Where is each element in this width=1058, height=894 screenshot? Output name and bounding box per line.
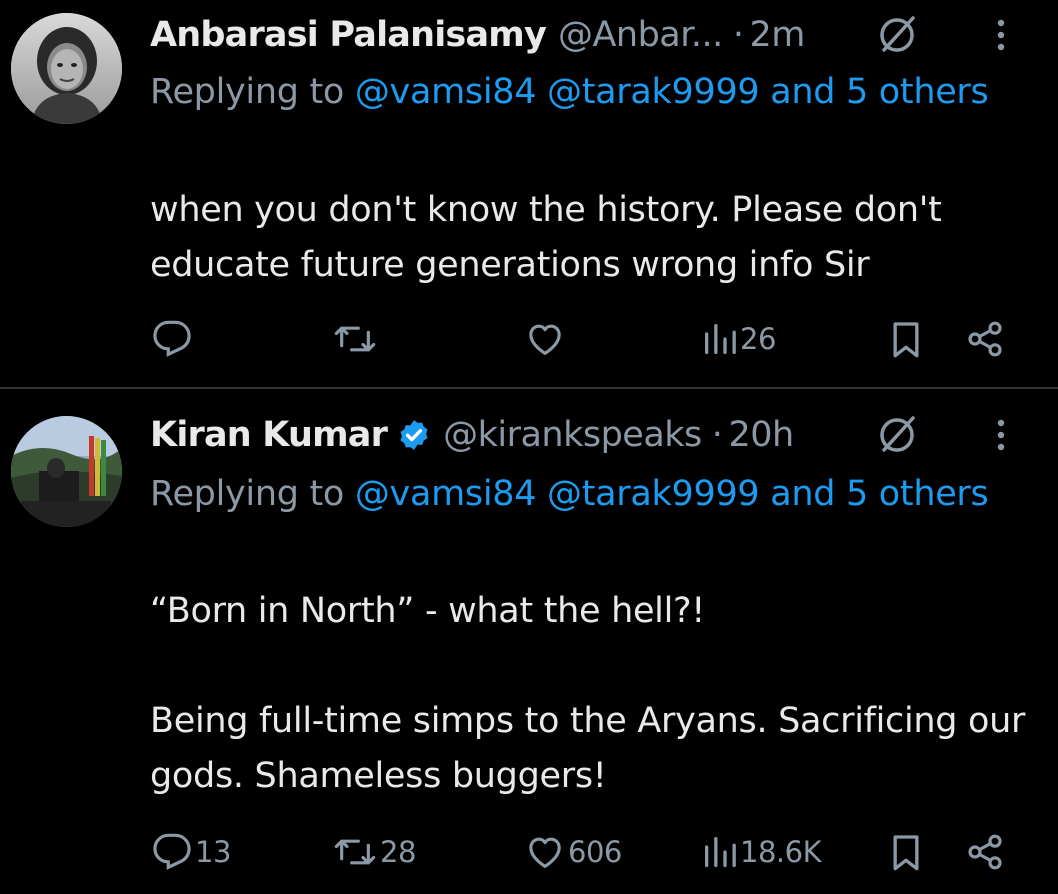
share-button[interactable] (965, 317, 1005, 361)
reply-count: 13 (195, 835, 231, 869)
replying-to: Replying to @vamsi84 @tarak9999 and 5 ot… (150, 65, 998, 120)
replying-mentions[interactable]: @vamsi84 @tarak9999 and 5 others (355, 474, 989, 514)
user-handle[interactable]: @Anbar... (558, 15, 723, 55)
replying-prefix: Replying to (150, 72, 345, 112)
more-icon[interactable] (994, 414, 1008, 456)
reply-button[interactable]: 13 (152, 830, 231, 874)
views-icon (705, 324, 736, 354)
reply-icon (153, 833, 191, 870)
tweet-header: Anbarasi Palanisamy @Anbar... · 2m (150, 10, 1038, 60)
avatar[interactable] (11, 416, 122, 527)
bookmark-icon (893, 835, 919, 871)
separator-dot: · (732, 15, 744, 55)
bookmark-icon (893, 322, 919, 358)
retweet-count: 28 (380, 835, 416, 869)
timestamp[interactable]: 2m (749, 15, 805, 55)
replying-prefix: Replying to (150, 474, 345, 514)
views-button[interactable]: 18.6K (703, 830, 822, 874)
tweet[interactable]: Anbarasi Palanisamy @Anbar... · 2m Reply… (0, 0, 1058, 387)
timestamp[interactable]: 20h (728, 415, 794, 455)
retweet-button[interactable] (333, 317, 380, 361)
like-icon (529, 837, 561, 868)
display-name[interactable]: Anbarasi Palanisamy (150, 15, 547, 55)
tweet-header: Kiran Kumar @kirankspeaks · 20h (150, 410, 1038, 460)
views-button[interactable]: 26 (703, 317, 776, 361)
action-bar: 13 28 606 18.6K (0, 830, 1058, 874)
views-icon (705, 837, 736, 867)
retweet-icon (334, 326, 376, 352)
like-button[interactable]: 606 (525, 830, 622, 874)
grok-icon[interactable] (876, 414, 918, 456)
more-icon[interactable] (994, 14, 1008, 56)
separator-dot: · (711, 415, 723, 455)
like-icon (529, 324, 561, 355)
tweet-text: when you don't know the history. Please … (150, 190, 942, 285)
bookmark-button[interactable] (888, 317, 924, 361)
bookmark-button[interactable] (888, 830, 924, 874)
grok-icon[interactable] (876, 14, 918, 56)
like-count: 606 (568, 835, 622, 869)
replying-mentions[interactable]: @vamsi84 @tarak9999 and 5 others (355, 72, 989, 112)
avatar[interactable] (11, 13, 122, 124)
like-button[interactable] (525, 317, 568, 361)
views-count: 18.6K (740, 835, 822, 869)
replying-to: Replying to @vamsi84 @tarak9999 and 5 ot… (150, 467, 998, 522)
verified-badge-icon[interactable] (397, 418, 431, 452)
share-icon (968, 321, 1002, 357)
retweet-icon (334, 839, 376, 865)
reply-button[interactable] (152, 317, 195, 361)
share-icon (968, 834, 1002, 870)
action-bar: 26 (0, 317, 1058, 361)
tweet-text: “Born in North” - what the hell?! Being … (150, 591, 1026, 796)
user-handle[interactable]: @kirankspeaks (443, 415, 702, 455)
tweet[interactable]: Kiran Kumar @kirankspeaks · 20h Replying… (0, 389, 1058, 894)
reply-icon (153, 320, 191, 357)
display-name[interactable]: Kiran Kumar (150, 415, 388, 455)
retweet-button[interactable]: 28 (333, 830, 416, 874)
views-count: 26 (740, 322, 776, 356)
share-button[interactable] (965, 830, 1005, 874)
